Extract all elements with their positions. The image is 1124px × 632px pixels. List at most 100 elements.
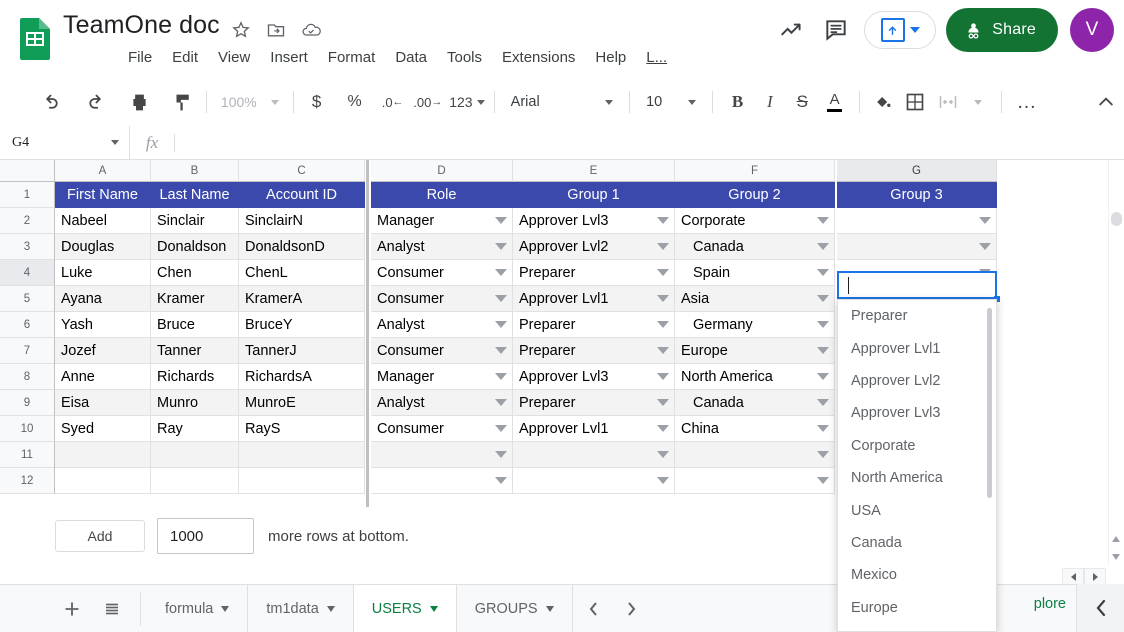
cell-f10[interactable]: China — [675, 416, 835, 442]
header-cell-d1[interactable]: Role — [371, 182, 513, 208]
menu-item-help[interactable]: Help — [585, 47, 636, 68]
cell-f8[interactable]: North America — [675, 364, 835, 390]
redo-icon[interactable] — [80, 87, 110, 117]
menu-item-edit[interactable]: Edit — [162, 47, 208, 68]
data-validation-chevron-down-icon[interactable] — [657, 477, 669, 484]
scroll-down-button[interactable] — [1108, 548, 1124, 565]
sheet-tab-groups[interactable]: GROUPS — [457, 584, 573, 632]
cell-a7[interactable]: Jozef — [55, 338, 151, 364]
data-validation-chevron-down-icon[interactable] — [817, 347, 829, 354]
cell-d2[interactable]: Manager — [371, 208, 513, 234]
data-validation-chevron-down-icon[interactable] — [495, 217, 507, 224]
cell-d10[interactable]: Consumer — [371, 416, 513, 442]
scroll-up-button[interactable] — [1108, 530, 1124, 547]
data-validation-chevron-down-icon[interactable] — [817, 451, 829, 458]
data-validation-chevron-down-icon[interactable] — [817, 269, 829, 276]
cell-b10[interactable]: Ray — [151, 416, 239, 442]
zoom-select[interactable]: 100% — [215, 94, 285, 110]
menu-item-tools[interactable]: Tools — [437, 47, 492, 68]
explore-button[interactable]: plore — [1034, 596, 1066, 612]
data-validation-chevron-down-icon[interactable] — [657, 451, 669, 458]
sheet-tab-tm1data[interactable]: tm1data — [248, 584, 354, 632]
name-box[interactable]: G4 — [0, 125, 130, 160]
formula-input[interactable] — [175, 126, 1124, 160]
data-validation-chevron-down-icon[interactable] — [817, 243, 829, 250]
data-validation-chevron-down-icon[interactable] — [495, 243, 507, 250]
column-header-f[interactable]: F — [675, 160, 835, 182]
dropdown-option-canada[interactable]: Canada — [838, 527, 996, 559]
data-validation-chevron-down-icon[interactable] — [817, 321, 829, 328]
cell-g2[interactable] — [837, 208, 997, 234]
all-sheets-icon[interactable] — [92, 589, 132, 629]
document-title[interactable]: TeamOne doc — [63, 11, 220, 40]
menu-item-view[interactable]: View — [208, 47, 260, 68]
cell-a10[interactable]: Syed — [55, 416, 151, 442]
row-header-12[interactable]: 12 — [0, 468, 55, 494]
cell-e4[interactable]: Preparer — [513, 260, 675, 286]
data-validation-chevron-down-icon[interactable] — [657, 321, 669, 328]
data-validation-chevron-down-icon[interactable] — [979, 243, 991, 250]
cell-e8[interactable]: Approver Lvl3 — [513, 364, 675, 390]
cell-c4[interactable]: ChenL — [239, 260, 365, 286]
data-validation-chevron-down-icon[interactable] — [817, 373, 829, 380]
increase-decimal-button[interactable]: .00 → — [412, 87, 444, 117]
sheet-tab-users[interactable]: USERS — [353, 584, 457, 632]
vertical-scrollbar[interactable] — [1108, 160, 1124, 565]
cell-g3[interactable] — [837, 234, 997, 260]
column-header-c[interactable]: C — [239, 160, 365, 182]
strikethrough-button[interactable]: S — [786, 87, 818, 117]
column-header-e[interactable]: E — [513, 160, 675, 182]
data-validation-chevron-down-icon[interactable] — [495, 373, 507, 380]
row-header-5[interactable]: 5 — [0, 286, 55, 312]
star-icon[interactable] — [228, 17, 254, 43]
cell-b4[interactable]: Chen — [151, 260, 239, 286]
chevron-left-icon[interactable] — [575, 589, 613, 629]
dropdown-option-north-america[interactable]: North America — [838, 462, 996, 494]
data-validation-chevron-down-icon[interactable] — [495, 295, 507, 302]
row-header-7[interactable]: 7 — [0, 338, 55, 364]
cell-d8[interactable]: Manager — [371, 364, 513, 390]
fill-color-icon[interactable] — [868, 87, 899, 117]
cell-b2[interactable]: Sinclair — [151, 208, 239, 234]
cell-c11[interactable] — [239, 442, 365, 468]
cell-a5[interactable]: Ayana — [55, 286, 151, 312]
row-header-4[interactable]: 4 — [0, 260, 55, 286]
chevron-down-icon[interactable] — [909, 27, 920, 33]
cell-f2[interactable]: Corporate — [675, 208, 835, 234]
cell-f9[interactable]: Canada — [675, 390, 835, 416]
cell-b3[interactable]: Donaldson — [151, 234, 239, 260]
dropdown-scrollbar-thumb[interactable] — [987, 308, 992, 498]
row-header-9[interactable]: 9 — [0, 390, 55, 416]
cell-d7[interactable]: Consumer — [371, 338, 513, 364]
data-validation-chevron-down-icon[interactable] — [817, 399, 829, 406]
row-header-2[interactable]: 2 — [0, 208, 55, 234]
data-validation-chevron-down-icon[interactable] — [657, 269, 669, 276]
italic-button[interactable]: I — [754, 87, 786, 117]
bold-button[interactable]: B — [721, 87, 753, 117]
data-validation-chevron-down-icon[interactable] — [657, 347, 669, 354]
cell-c7[interactable]: TannerJ — [239, 338, 365, 364]
cell-d6[interactable]: Analyst — [371, 312, 513, 338]
cell-e12[interactable] — [513, 468, 675, 494]
add-rows-button[interactable]: Add — [55, 520, 145, 552]
dropdown-option-approver-lvl3[interactable]: Approver Lvl3 — [838, 397, 996, 429]
column-header-d[interactable]: D — [371, 160, 513, 182]
cell-b5[interactable]: Kramer — [151, 286, 239, 312]
data-validation-chevron-down-icon[interactable] — [495, 451, 507, 458]
cell-d5[interactable]: Consumer — [371, 286, 513, 312]
data-validation-chevron-down-icon[interactable] — [495, 347, 507, 354]
cell-c3[interactable]: DonaldsonD — [239, 234, 365, 260]
dropdown-option-approver-lvl2[interactable]: Approver Lvl2 — [838, 365, 996, 397]
row-header-10[interactable]: 10 — [0, 416, 55, 442]
cell-b6[interactable]: Bruce — [151, 312, 239, 338]
dropdown-option-usa[interactable]: USA — [838, 494, 996, 526]
frozen-column-divider[interactable] — [366, 160, 369, 565]
cell-d12[interactable] — [371, 468, 513, 494]
cell-f4[interactable]: Spain — [675, 260, 835, 286]
collapse-panel-button[interactable] — [1076, 584, 1124, 632]
chevron-down-icon[interactable] — [326, 605, 335, 612]
add-sheet-icon[interactable] — [52, 589, 92, 629]
cell-f12[interactable] — [675, 468, 835, 494]
data-validation-chevron-down-icon[interactable] — [657, 243, 669, 250]
dropdown-option-approver-lvl1[interactable]: Approver Lvl1 — [838, 332, 996, 364]
